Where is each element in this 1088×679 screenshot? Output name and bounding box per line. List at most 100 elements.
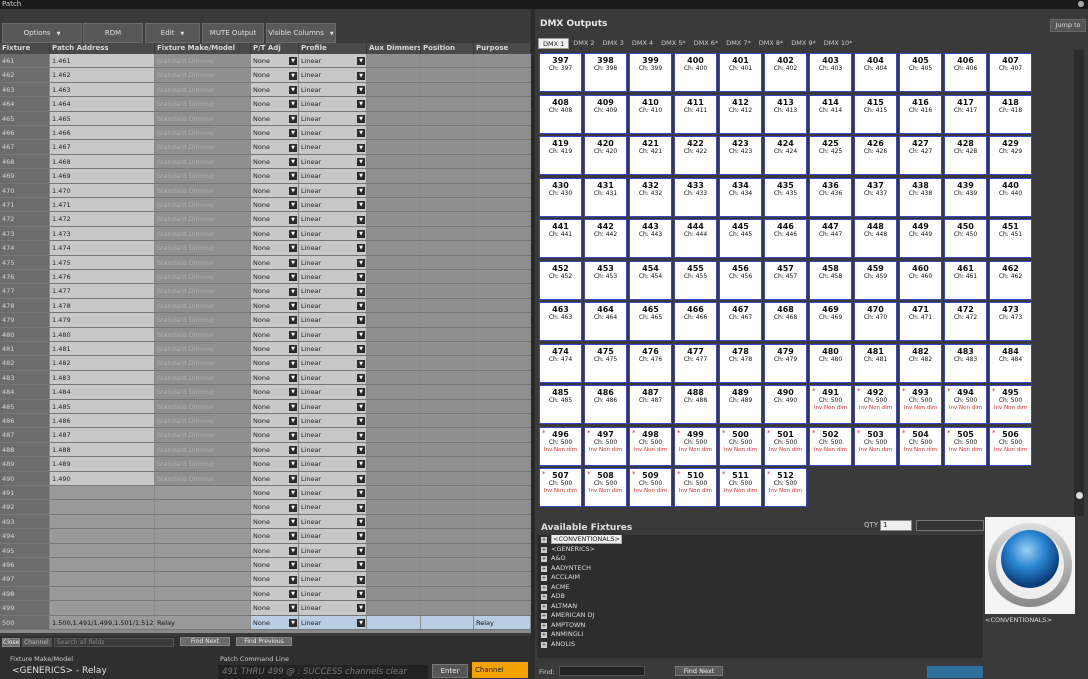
table-cell[interactable]: None ▼ <box>251 327 299 341</box>
tab-dmx-9[interactable]: DMX 9* <box>787 38 820 49</box>
dmx-address-cell[interactable]: 466 Ch: 466 <box>674 302 717 341</box>
table-cell[interactable]: None ▼ <box>251 140 299 154</box>
chevron-down-icon[interactable]: ▼ <box>357 561 365 570</box>
dmx-address-cell[interactable]: 407 Ch: 407 <box>989 53 1032 92</box>
table-cell[interactable]: Linear ▼ <box>299 558 367 572</box>
table-cell[interactable]: None ▼ <box>251 212 299 226</box>
table-cell[interactable]: Linear ▼ <box>299 370 367 385</box>
dmx-address-cell[interactable]: 450 Ch: 450 <box>944 219 987 258</box>
expand-icon[interactable]: + <box>541 537 547 543</box>
dmx-address-cell[interactable]: 476 Ch: 476 <box>629 343 672 383</box>
dmx-address-cell[interactable]: 469 Ch: 469 <box>809 302 852 341</box>
chevron-down-icon[interactable]: ▼ <box>357 71 365 80</box>
dmx-address-cell[interactable]: 456 Ch: 456 <box>719 260 762 300</box>
table-cell[interactable]: Linear ▼ <box>299 414 367 428</box>
table-row[interactable]: 464 1.464 Standard Dimmer None ▼ Linear ▼ <box>0 97 531 112</box>
chevron-down-icon[interactable]: ▼ <box>357 129 365 138</box>
dmx-address-cell[interactable]: 472 Ch: 472 <box>944 302 987 341</box>
table-cell[interactable]: None ▼ <box>251 54 299 68</box>
dmx-address-cell[interactable]: 504 * Ch: 500 Inv Non dim <box>899 426 942 466</box>
dmx-address-cell[interactable]: 483 Ch: 483 <box>944 343 987 383</box>
dmx-address-cell[interactable]: 426 Ch: 426 <box>854 136 897 175</box>
chevron-down-icon[interactable]: ▼ <box>357 114 365 123</box>
dmx-address-cell[interactable]: 489 Ch: 489 <box>719 385 762 424</box>
dmx-address-cell[interactable]: 490 Ch: 490 <box>764 385 807 424</box>
table-cell[interactable]: None ▼ <box>251 457 299 471</box>
table-row[interactable]: 496 None ▼ Linear ▼ <box>0 558 531 573</box>
table-cell[interactable]: Linear ▼ <box>299 615 367 629</box>
chevron-down-icon[interactable]: ▼ <box>289 244 297 253</box>
expand-icon[interactable]: + <box>541 622 547 629</box>
dmx-address-cell[interactable]: 467 Ch: 467 <box>719 302 762 341</box>
table-cell[interactable]: None ▼ <box>251 97 299 111</box>
table-cell[interactable]: Linear ▼ <box>299 226 367 241</box>
chevron-down-icon[interactable]: ▼ <box>289 517 297 526</box>
fixture-list-item[interactable]: + AMPTOWN <box>537 621 983 631</box>
table-cell[interactable]: Linear ▼ <box>299 198 367 212</box>
dmx-address-cell[interactable]: 492 * Ch: 500 Inv Non dim <box>854 385 897 424</box>
dmx-address-cell[interactable]: 471 Ch: 471 <box>899 302 942 341</box>
table-cell[interactable]: Linear ▼ <box>299 399 367 413</box>
mute-output-button[interactable]: MUTE Output <box>202 23 264 43</box>
expand-icon[interactable]: + <box>541 641 547 648</box>
dmx-address-cell[interactable]: 473 Ch: 473 <box>989 302 1032 341</box>
patch-command-line[interactable]: 491 THRU 499 @ : SUCCESS channels clear <box>218 665 428 679</box>
dmx-address-cell[interactable]: 399 Ch: 399 <box>629 53 672 92</box>
table-cell[interactable]: None ▼ <box>251 198 299 212</box>
expand-icon[interactable]: + <box>541 632 547 638</box>
dmx-address-cell[interactable]: 439 Ch: 439 <box>944 177 987 217</box>
table-cell[interactable]: Linear ▼ <box>299 82 367 97</box>
dmx-address-cell[interactable]: 482 Ch: 482 <box>899 343 942 383</box>
dmx-address-cell[interactable]: 481 Ch: 481 <box>854 343 897 383</box>
chevron-down-icon[interactable]: ▼ <box>357 388 365 397</box>
tab-dmx-1[interactable]: DMX 1 <box>538 38 570 49</box>
dmx-address-cell[interactable]: 494 * Ch: 500 Inv Non dim <box>944 385 987 424</box>
chevron-down-icon[interactable]: ▼ <box>289 503 297 512</box>
chevron-down-icon[interactable]: ▼ <box>357 460 365 469</box>
table-row[interactable]: 477 1.477 Standard Dimmer None ▼ Linear ▼ <box>0 284 531 299</box>
expand-icon[interactable]: + <box>541 565 547 572</box>
tab-dmx-2[interactable]: DMX 2 <box>569 38 598 49</box>
dmx-address-cell[interactable]: 447 Ch: 447 <box>809 219 852 258</box>
chevron-down-icon[interactable]: ▼ <box>357 244 365 253</box>
chevron-down-icon[interactable]: ▼ <box>289 157 297 166</box>
chevron-down-icon[interactable]: ▼ <box>357 431 365 440</box>
table-cell[interactable]: Linear ▼ <box>299 68 367 82</box>
fixture-list-item[interactable]: + AMERICAN DJ <box>537 611 983 621</box>
chevron-down-icon[interactable]: ▼ <box>357 359 365 368</box>
table-cell[interactable]: Linear ▼ <box>299 327 367 341</box>
table-cell[interactable]: Linear ▼ <box>299 111 367 125</box>
dmx-address-cell[interactable]: 495 * Ch: 500 Inv Non dim <box>989 385 1032 424</box>
dmx-address-cell[interactable]: 510 * Ch: 500 Inv Non dim <box>674 468 717 507</box>
dmx-address-cell[interactable]: 497 * Ch: 500 Inv Non dim <box>584 426 627 466</box>
chevron-down-icon[interactable]: ▼ <box>289 129 297 138</box>
chevron-down-icon[interactable]: ▼ <box>357 575 365 584</box>
dmx-address-cell[interactable]: 458 Ch: 458 <box>809 260 852 300</box>
chevron-down-icon[interactable]: ▼ <box>357 201 365 210</box>
jump-to-button[interactable]: Jump to <box>1050 19 1086 32</box>
chevron-down-icon[interactable]: ▼ <box>357 373 365 382</box>
table-row[interactable]: 491 None ▼ Linear ▼ <box>0 486 531 501</box>
table-cell[interactable]: Linear ▼ <box>299 313 367 327</box>
column-header[interactable]: P/T Adj <box>251 43 299 54</box>
dmx-address-cell[interactable]: 397 Ch: 397 <box>539 53 582 92</box>
table-row[interactable]: 481 1.481 Standard Dimmer None ▼ Linear ▼ <box>0 342 531 357</box>
chevron-down-icon[interactable]: ▼ <box>357 589 365 598</box>
table-row[interactable]: 479 1.479 Standard Dimmer None ▼ Linear ▼ <box>0 313 531 328</box>
dmx-address-cell[interactable]: 506 * Ch: 500 Inv Non dim <box>989 426 1032 466</box>
table-cell[interactable]: None ▼ <box>251 471 299 485</box>
table-cell[interactable]: Linear ▼ <box>299 471 367 485</box>
dmx-address-cell[interactable]: 400 Ch: 400 <box>674 53 717 92</box>
table-row[interactable]: 463 1.463 Standard Dimmer None ▼ Linear ▼ <box>0 82 531 98</box>
table-cell[interactable]: None ▼ <box>251 370 299 385</box>
table-row[interactable]: 483 1.483 Standard Dimmer None ▼ Linear ▼ <box>0 370 531 386</box>
dmx-address-cell[interactable]: 438 Ch: 438 <box>899 177 942 217</box>
table-row[interactable]: 471 1.471 Standard Dimmer None ▼ Linear ▼ <box>0 198 531 213</box>
dmx-address-cell[interactable]: 457 Ch: 457 <box>764 260 807 300</box>
chevron-down-icon[interactable]: ▼ <box>357 402 365 411</box>
table-cell[interactable]: None ▼ <box>251 111 299 125</box>
table-cell[interactable]: None ▼ <box>251 428 299 442</box>
table-cell[interactable]: Linear ▼ <box>299 140 367 154</box>
dmx-address-cell[interactable]: 501 * Ch: 500 Inv Non dim <box>764 426 807 466</box>
table-cell[interactable]: None ▼ <box>251 500 299 514</box>
